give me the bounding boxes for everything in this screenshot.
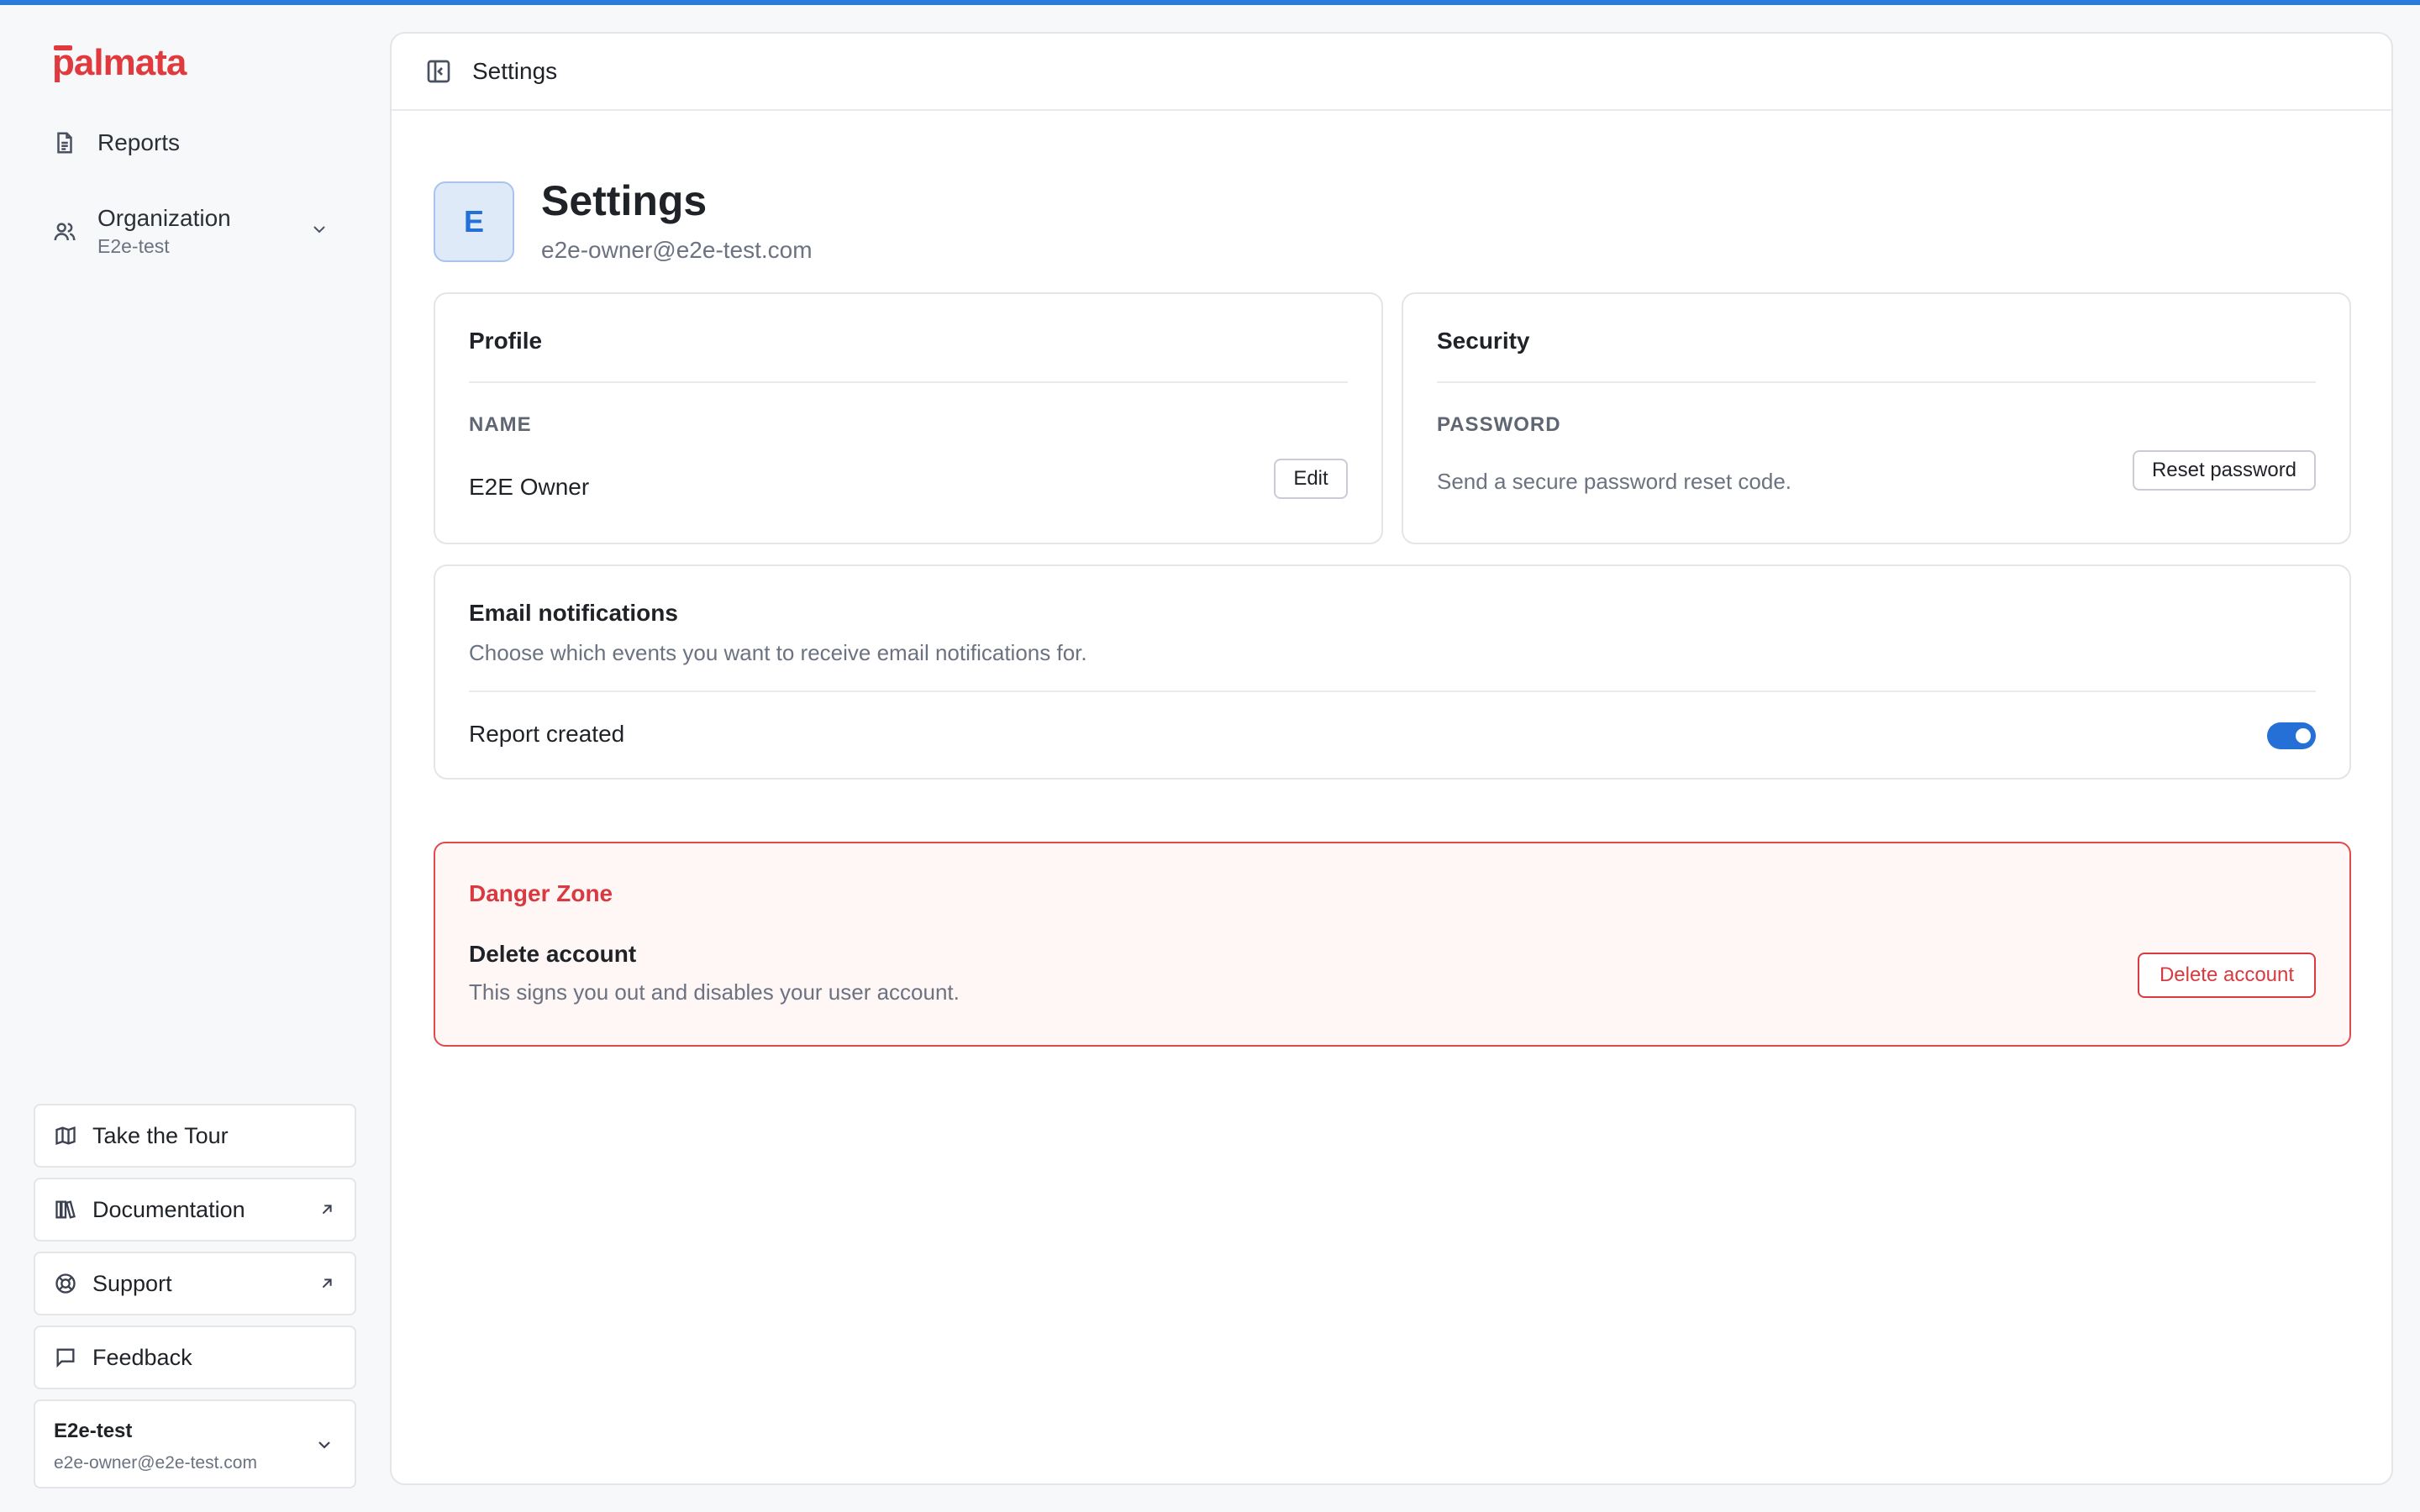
account-switcher[interactable]: E2e-test e2e-owner@e2e-test.com — [34, 1399, 356, 1488]
main-header: Settings — [392, 34, 2391, 111]
report-created-label: Report created — [469, 721, 625, 747]
sidebar: palmata Reports Organization E2e-test Ta… — [0, 5, 390, 1512]
user-email: e2e-owner@e2e-test.com — [541, 237, 813, 263]
support-label: Support — [92, 1270, 172, 1296]
divider — [469, 690, 2316, 692]
page-title-group: Settings e2e-owner@e2e-test.com — [541, 177, 813, 264]
sidebar-item-label: Reports — [97, 129, 181, 155]
document-icon — [57, 132, 72, 154]
delete-account-description: This signs you out and disables your use… — [469, 979, 960, 1005]
external-link-icon — [322, 1278, 332, 1289]
take-the-tour-button[interactable]: Take the Tour — [34, 1104, 356, 1168]
notifications-heading: Email notifications — [469, 600, 678, 626]
avatar: E — [434, 181, 514, 262]
chevron-down-icon[interactable] — [309, 218, 329, 245]
header-title: Settings — [472, 58, 558, 84]
profile-heading: Profile — [469, 328, 543, 354]
email-notifications-card: Email notifications Choose which events … — [434, 564, 2351, 780]
notifications-description: Choose which events you want to receive … — [469, 640, 1087, 665]
sidebar-item-reports[interactable]: Reports — [52, 129, 180, 156]
sidebar-item-label: Organization — [97, 205, 231, 231]
security-heading: Security — [1437, 328, 1530, 354]
map-icon — [55, 1126, 76, 1145]
external-link-icon — [322, 1205, 332, 1215]
organization-name: E2e-test — [97, 235, 170, 257]
users-icon — [54, 222, 76, 240]
main-panel: Settings E Settings e2e-owner@e2e-test.c… — [390, 32, 2393, 1485]
report-created-toggle[interactable] — [2267, 722, 2316, 749]
reset-password-button[interactable]: Reset password — [2133, 450, 2316, 491]
password-label: PASSWORD — [1437, 413, 1561, 436]
edit-name-button[interactable]: Edit — [1274, 459, 1348, 499]
security-card: Security PASSWORD Send a secure password… — [1402, 292, 2351, 544]
palmata-logo[interactable]: palmata — [52, 42, 187, 84]
divider — [1437, 381, 2316, 383]
password-description: Send a secure password reset code. — [1437, 469, 1792, 494]
name-label: NAME — [469, 413, 532, 436]
page-heading: E Settings e2e-owner@e2e-test.com — [434, 177, 813, 264]
organization-texts: Organization E2e-test — [97, 205, 231, 258]
delete-account-title: Delete account — [469, 941, 637, 967]
feedback-button[interactable]: Feedback — [34, 1326, 356, 1389]
documentation-link[interactable]: Documentation — [34, 1178, 356, 1242]
account-org: E2e-test — [54, 1420, 133, 1442]
account-email: e2e-owner@e2e-test.com — [54, 1453, 257, 1473]
books-icon — [55, 1200, 76, 1219]
danger-zone-card: Danger Zone Delete account This signs yo… — [434, 842, 2351, 1047]
name-value: E2E Owner — [469, 474, 590, 500]
danger-zone-heading: Danger Zone — [469, 880, 613, 906]
take-the-tour-label: Take the Tour — [92, 1122, 229, 1148]
divider — [469, 381, 1348, 383]
feedback-label: Feedback — [92, 1344, 192, 1370]
delete-account-button[interactable]: Delete account — [2138, 953, 2316, 998]
message-icon — [56, 1348, 75, 1368]
chevron-down-icon — [318, 1441, 330, 1449]
sidebar-item-organization[interactable]: Organization E2e-test — [52, 205, 329, 258]
profile-card: Profile NAME E2E Owner Edit — [434, 292, 1383, 544]
page-title: Settings — [541, 177, 708, 224]
toggle-knob — [2296, 728, 2311, 743]
support-link[interactable]: Support — [34, 1252, 356, 1315]
logo-bar — [54, 45, 72, 50]
lifebuoy-icon — [55, 1273, 76, 1294]
sidebar-toggle-icon[interactable] — [425, 58, 452, 85]
documentation-label: Documentation — [92, 1196, 245, 1222]
